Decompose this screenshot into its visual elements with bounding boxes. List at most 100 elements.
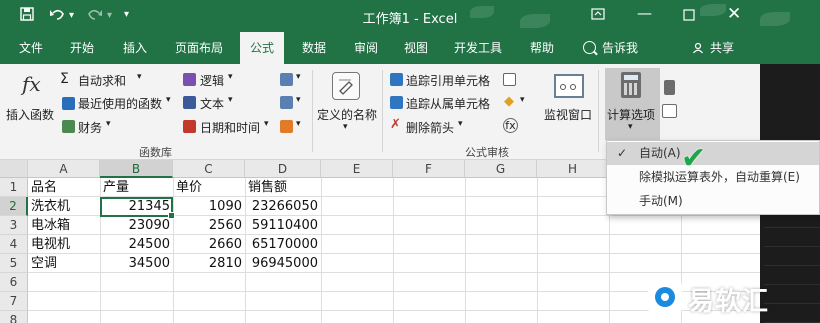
watch-window-button[interactable]: 监视窗口: [544, 106, 592, 123]
chevron-down-icon[interactable]: ▾: [296, 72, 301, 82]
cell-C5[interactable]: 2810: [173, 254, 245, 273]
trace-precedents-button[interactable]: 追踪引用单元格: [406, 72, 490, 89]
show-formulas-icon[interactable]: [503, 73, 516, 86]
evaluate-formula-icon[interactable]: fx: [503, 118, 518, 133]
restore-icon[interactable]: [683, 7, 695, 25]
watch-window-icon[interactable]: [554, 74, 584, 98]
remove-arrows-button[interactable]: 删除箭头: [406, 119, 454, 136]
define-name-button[interactable]: 定义的名称: [317, 106, 377, 123]
chevron-down-icon[interactable]: ▾: [166, 95, 171, 105]
tab-developer[interactable]: 开发工具: [446, 32, 510, 64]
menu-item-automatic[interactable]: ✓ 自动(A): [607, 142, 819, 165]
column-header[interactable]: H: [537, 160, 609, 178]
cell-D2[interactable]: 23266050: [245, 197, 321, 216]
cell-D5[interactable]: 96945000: [245, 254, 321, 273]
chevron-down-icon[interactable]: ▾: [343, 122, 348, 132]
cell-D1[interactable]: 销售额: [245, 178, 321, 197]
tab-review[interactable]: 审阅: [344, 32, 388, 64]
chevron-down-icon[interactable]: ▾: [628, 122, 633, 132]
cell-C1[interactable]: 单价: [173, 178, 245, 197]
glasses-lens-icon: [570, 84, 576, 90]
window-title: 工作簿1 - Excel: [362, 12, 458, 27]
tab-view[interactable]: 视图: [396, 32, 436, 64]
menu-item-manual[interactable]: 手动(M): [607, 190, 819, 213]
glasses-lens-icon: [560, 84, 566, 90]
cell-A5[interactable]: 空调: [28, 254, 100, 273]
recently-used-button[interactable]: 最近使用的函数: [78, 95, 162, 112]
column-header[interactable]: F: [393, 160, 465, 178]
column-header[interactable]: B: [100, 160, 173, 178]
date-time-button[interactable]: 日期和时间: [200, 119, 260, 136]
row-header[interactable]: 8: [0, 311, 28, 323]
row-header[interactable]: 1: [0, 178, 28, 197]
financial-button[interactable]: 财务: [78, 119, 102, 136]
error-checking-icon[interactable]: ◆: [504, 94, 514, 109]
chevron-down-icon[interactable]: ▾: [137, 72, 142, 82]
cell-B5[interactable]: 34500: [100, 254, 173, 273]
row-header[interactable]: 7: [0, 292, 28, 311]
cell-D4[interactable]: 65170000: [245, 235, 321, 254]
more-functions-icon[interactable]: [280, 120, 293, 133]
insert-function-icon[interactable]: fx: [22, 72, 41, 96]
cell-A2[interactable]: 洗衣机: [28, 197, 100, 216]
tab-formulas[interactable]: 公式: [240, 32, 284, 64]
cell-A4[interactable]: 电视机: [28, 235, 100, 254]
tab-data[interactable]: 数据: [292, 32, 336, 64]
chevron-down-icon[interactable]: ▾: [106, 119, 111, 129]
column-header[interactable]: E: [321, 160, 393, 178]
column-header[interactable]: C: [173, 160, 245, 178]
insert-function-button[interactable]: 插入函数: [6, 106, 54, 123]
menu-item-automatic-except-tables[interactable]: 除模拟运算表外，自动重算(E): [607, 166, 819, 189]
cell-A3[interactable]: 电冰箱: [28, 216, 100, 235]
calculate-sheet-icon[interactable]: [662, 104, 677, 118]
logical-button[interactable]: 逻辑: [200, 72, 224, 89]
row-header[interactable]: 4: [0, 235, 28, 254]
autosum-button[interactable]: 自动求和: [78, 72, 126, 89]
lookup-icon[interactable]: [280, 73, 293, 86]
chevron-down-icon[interactable]: ▾: [228, 95, 233, 105]
tell-me-search[interactable]: 告诉我: [600, 32, 640, 64]
row-header[interactable]: 6: [0, 273, 28, 292]
chevron-down-icon[interactable]: ▾: [264, 119, 269, 129]
cell-A1[interactable]: 品名: [28, 178, 100, 197]
chevron-down-icon[interactable]: ▾: [520, 95, 525, 105]
row-header[interactable]: 5: [0, 254, 28, 273]
chevron-down-icon[interactable]: ▾: [296, 119, 301, 129]
close-icon[interactable]: ✕: [727, 4, 741, 24]
cell-B4[interactable]: 24500: [100, 235, 173, 254]
cell-B1[interactable]: 产量: [100, 178, 173, 197]
cell-D3[interactable]: 59110400: [245, 216, 321, 235]
row-header[interactable]: 3: [0, 216, 28, 235]
row-header[interactable]: 2: [0, 197, 28, 216]
tab-insert[interactable]: 插入: [112, 32, 158, 64]
calc-options-button[interactable]: 计算选项: [607, 106, 655, 123]
check-icon: ✓: [617, 146, 628, 160]
cell-C4[interactable]: 2660: [173, 235, 245, 254]
chevron-down-icon[interactable]: ▾: [228, 72, 233, 82]
cell-C2[interactable]: 1090: [173, 197, 245, 216]
trace-dependents-button[interactable]: 追踪从属单元格: [406, 95, 490, 112]
select-all-corner[interactable]: [0, 160, 28, 178]
column-header[interactable]: G: [465, 160, 537, 178]
group-separator: [312, 70, 313, 152]
cell-C3[interactable]: 2560: [173, 216, 245, 235]
share-button[interactable]: 共享: [706, 32, 738, 64]
math-trig-icon[interactable]: [280, 96, 293, 109]
star-icon: [62, 97, 75, 110]
tab-help[interactable]: 帮助: [520, 32, 564, 64]
chevron-down-icon[interactable]: ▾: [296, 95, 301, 105]
text-button[interactable]: 文本: [200, 95, 224, 112]
chevron-down-icon[interactable]: ▾: [458, 119, 463, 129]
tab-home[interactable]: 开始: [60, 32, 104, 64]
minimize-icon[interactable]: —: [637, 4, 652, 22]
column-header[interactable]: A: [28, 160, 100, 178]
tab-file[interactable]: 文件: [8, 32, 54, 64]
cell-B3[interactable]: 23090: [100, 216, 173, 235]
calculate-now-icon[interactable]: [664, 80, 675, 95]
column-header[interactable]: D: [245, 160, 321, 178]
ribbon-display-options-icon[interactable]: [591, 7, 605, 25]
define-name-icon[interactable]: [332, 72, 360, 100]
calculator-icon[interactable]: [621, 72, 641, 98]
grid-line: [393, 178, 394, 323]
tab-page-layout[interactable]: 页面布局: [166, 32, 232, 64]
